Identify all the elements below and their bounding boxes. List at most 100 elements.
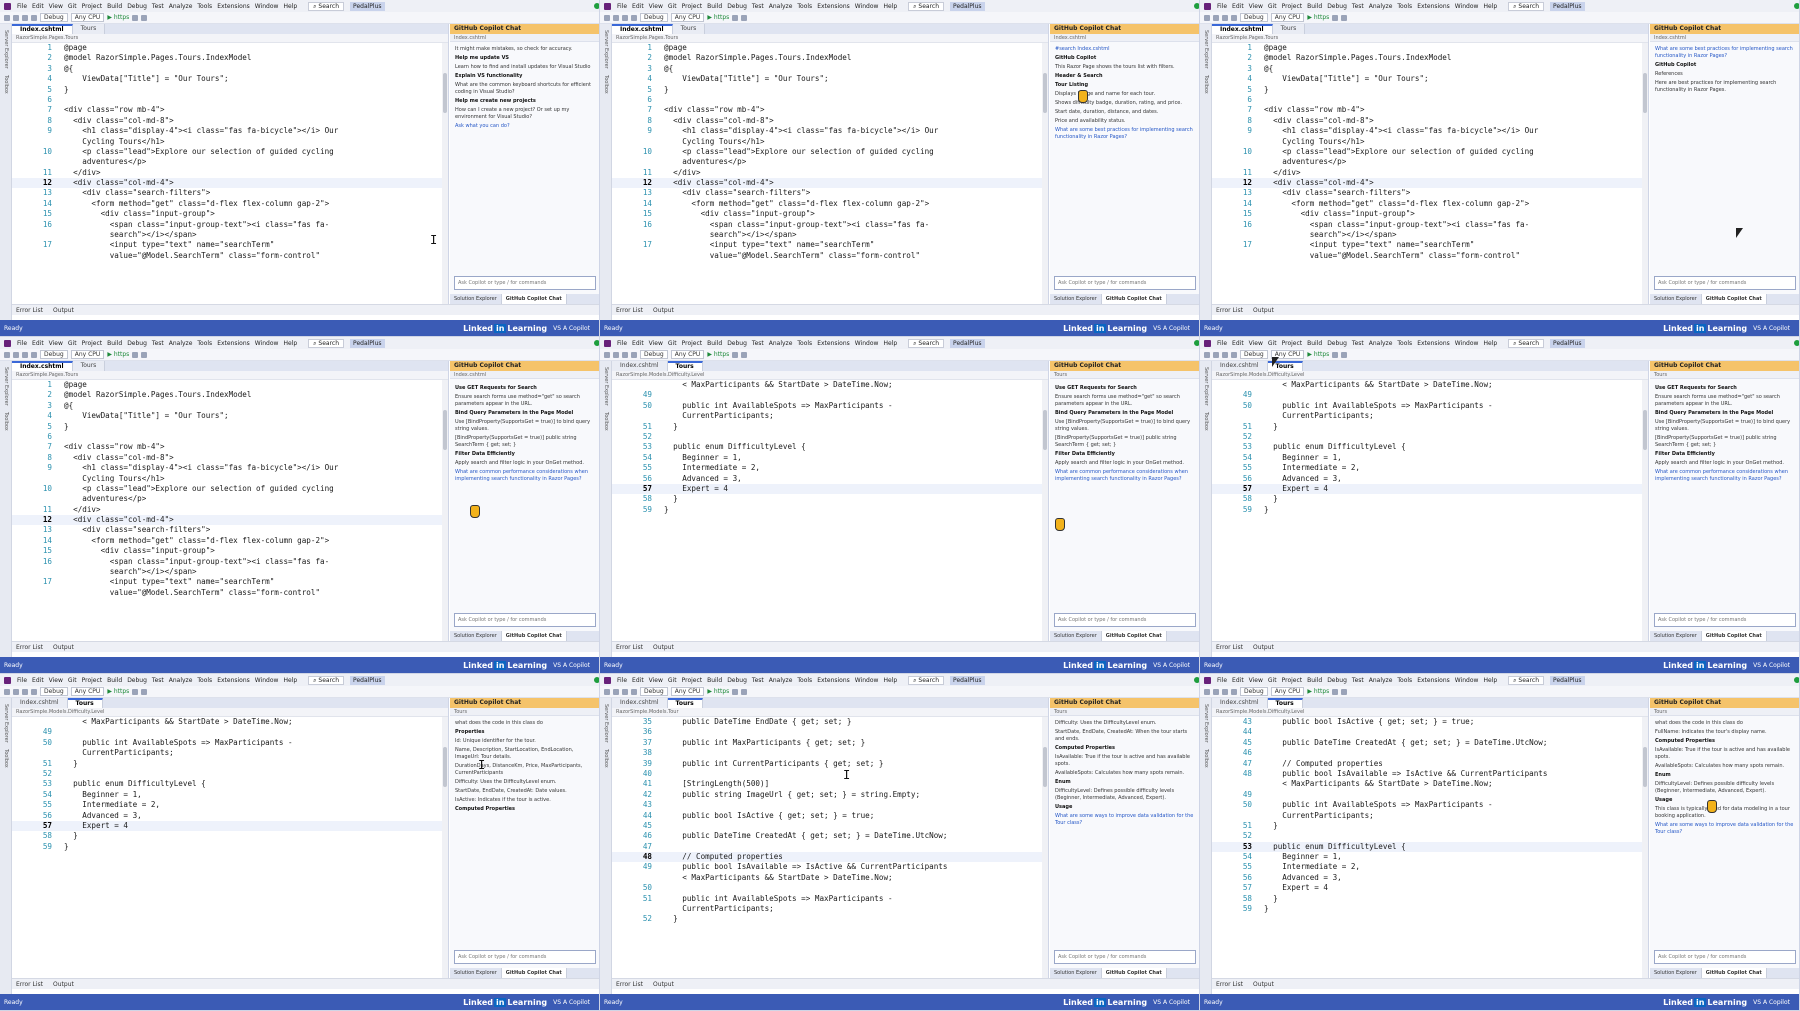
code-line[interactable]: adventures</p> xyxy=(12,494,448,504)
error-list-tab[interactable]: Error List xyxy=(16,305,43,315)
tab-tours[interactable]: Tours xyxy=(1267,698,1303,708)
breadcrumb[interactable]: RazorSimple.Models.Difficulty.Level xyxy=(12,708,448,717)
menu-view[interactable]: View xyxy=(1249,340,1263,347)
copilot-chat-input[interactable]: Ask Copilot or type / for commands xyxy=(1654,613,1796,627)
menu-debug[interactable]: Debug xyxy=(127,3,147,10)
breakpoint-icon[interactable] xyxy=(1341,688,1348,695)
code-lines[interactable]: 35 public DateTime EndDate { get; set; }… xyxy=(612,717,1048,978)
code-line[interactable]: 53 public enum DifficultyLevel { xyxy=(1212,442,1648,452)
menu-window[interactable]: Window xyxy=(855,677,879,684)
search-box[interactable]: ⌕ Search xyxy=(1508,675,1545,685)
code-line[interactable]: 54 Beginner = 1, xyxy=(612,453,1048,463)
live-share-icon[interactable] xyxy=(1794,3,1799,9)
code-line[interactable]: 11 </div> xyxy=(612,168,1048,178)
menu-extensions[interactable]: Extensions xyxy=(1417,677,1450,684)
menu-tools[interactable]: Tools xyxy=(1397,340,1412,347)
back-icon[interactable] xyxy=(4,351,10,358)
code-line[interactable]: 5} xyxy=(1212,85,1648,95)
menu-build[interactable]: Build xyxy=(1307,677,1322,684)
code-line[interactable]: 9 <h1 class="display-4"><i class="fas fa… xyxy=(1212,126,1648,136)
code-line[interactable]: 5} xyxy=(12,85,448,95)
error-list-tab[interactable]: Error List xyxy=(1216,305,1243,315)
code-line[interactable]: 2 @model RazorSimple.Pages.Tours.IndexMod… xyxy=(612,53,1048,63)
code-line[interactable]: 7 <div class="row mb-4"> xyxy=(612,105,1048,115)
search-box[interactable]: ⌕ Search xyxy=(1508,1,1545,11)
code-line[interactable]: value="@Model.SearchTerm" class="form-co… xyxy=(12,588,448,598)
menu-file[interactable]: File xyxy=(17,677,27,684)
side-tool-server-explorer[interactable]: Server Explorer xyxy=(603,367,609,406)
code-line[interactable]: 6 xyxy=(612,95,1048,105)
menu-analyze[interactable]: Analyze xyxy=(169,340,193,347)
code-line[interactable]: 10 <p class="lead">Explore our selection… xyxy=(612,147,1048,157)
code-line[interactable]: 10 <p class="lead">Explore our selection… xyxy=(12,147,448,157)
forward-icon[interactable] xyxy=(1213,351,1219,358)
menu-tools[interactable]: Tools xyxy=(1397,677,1412,684)
run-button[interactable]: ▶ https xyxy=(1307,351,1329,358)
debug-icon[interactable] xyxy=(132,688,139,695)
forward-icon[interactable] xyxy=(13,14,19,21)
menu-tools[interactable]: Tools xyxy=(797,340,812,347)
panel-tab-github-copilot-chat[interactable]: GitHub Copilot Chat xyxy=(1101,631,1167,641)
code-lines[interactable]: 1 @page 2 @model RazorSimple.Pages.Tours.In… xyxy=(612,43,1048,304)
platform-select[interactable]: Any CPU xyxy=(70,350,105,359)
copilot-chat-input[interactable]: Ask Copilot or type / for commands xyxy=(1654,950,1796,964)
error-list-tab[interactable]: Error List xyxy=(616,979,643,989)
code-line[interactable]: < MaxParticipants && StartDate > DateTim… xyxy=(1212,779,1648,789)
save-icon[interactable] xyxy=(622,688,628,695)
copilot-status[interactable]: VS A Copilot xyxy=(1753,662,1790,669)
code-line[interactable]: 12 <div class="col-md-4"> xyxy=(1212,178,1648,189)
side-tool-toolbox[interactable]: Toolbox xyxy=(3,749,9,768)
code-line[interactable]: 50 xyxy=(612,883,1048,893)
code-line[interactable]: 41 [StringLength(500)] xyxy=(612,779,1048,789)
menu-test[interactable]: Test xyxy=(752,677,764,684)
forward-icon[interactable] xyxy=(613,688,619,695)
code-line[interactable]: 55 Intermediate = 2, xyxy=(1212,862,1648,872)
menu-help[interactable]: Help xyxy=(883,340,897,347)
run-button[interactable]: ▶ https xyxy=(1307,688,1329,695)
output-tab[interactable]: Output xyxy=(53,979,74,989)
code-line[interactable]: 13 <div class="search-filters"> xyxy=(1212,188,1648,198)
code-lines[interactable]: < MaxParticipants && StartDate > DateTim… xyxy=(12,717,448,978)
menu-edit[interactable]: Edit xyxy=(1232,677,1244,684)
menu-git[interactable]: Git xyxy=(68,340,77,347)
menu-file[interactable]: File xyxy=(1217,677,1227,684)
menu-file[interactable]: File xyxy=(617,340,627,347)
code-line[interactable]: adventures</p> xyxy=(1212,157,1648,167)
menu-analyze[interactable]: Analyze xyxy=(769,340,793,347)
search-box[interactable]: ⌕ Search xyxy=(308,675,345,685)
code-line[interactable]: 57 Expert = 4 xyxy=(1212,483,1648,495)
panel-tab-github-copilot-chat[interactable]: GitHub Copilot Chat xyxy=(1701,631,1767,641)
code-line[interactable]: 48 // Computed properties xyxy=(612,852,1048,863)
menu-file[interactable]: File xyxy=(17,3,27,10)
save-icon[interactable] xyxy=(22,14,28,21)
breakpoint-icon[interactable] xyxy=(1341,351,1348,358)
code-line[interactable]: 1 @page xyxy=(612,43,1048,53)
tab-tours[interactable]: Tours xyxy=(667,698,703,708)
code-line[interactable]: CurrentParticipants; xyxy=(1212,411,1648,421)
tab-index-cshtml[interactable]: Index.cshtml xyxy=(612,361,668,371)
code-line[interactable]: 4 ViewData["Title"] = "Our Tours"; xyxy=(1212,74,1648,84)
panel-tab-solution-explorer[interactable]: Solution Explorer xyxy=(450,968,502,978)
menu-window[interactable]: Window xyxy=(255,340,279,347)
code-editor[interactable]: Index.cshtml Tours RazorSimple.Pages.Tour… xyxy=(12,24,449,304)
menu-extensions[interactable]: Extensions xyxy=(217,677,250,684)
menu-window[interactable]: Window xyxy=(255,3,279,10)
code-line[interactable]: 52 xyxy=(1212,831,1648,841)
breadcrumb[interactable]: RazorSimple.Pages.Tours xyxy=(612,34,1048,43)
menu-tools[interactable]: Tools xyxy=(197,340,212,347)
menu-window[interactable]: Window xyxy=(1455,340,1479,347)
suggested-prompt[interactable]: What are common performance consideratio… xyxy=(1055,469,1195,483)
menu-analyze[interactable]: Analyze xyxy=(1369,3,1393,10)
code-line[interactable]: 50 public int AvailableSpots => MaxParti… xyxy=(612,401,1048,411)
code-line[interactable]: 49 xyxy=(12,727,448,737)
suggested-prompt[interactable]: What are common performance consideratio… xyxy=(1655,469,1795,483)
code-line[interactable]: 58 } xyxy=(1212,894,1648,904)
panel-tab-github-copilot-chat[interactable]: GitHub Copilot Chat xyxy=(1101,294,1167,304)
tab-index-cshtml[interactable]: Index.cshtml xyxy=(12,698,68,708)
menu-help[interactable]: Help xyxy=(1483,340,1497,347)
code-line[interactable]: 49 xyxy=(1212,790,1648,800)
run-button[interactable]: ▶ https xyxy=(707,14,729,21)
menu-build[interactable]: Build xyxy=(107,3,122,10)
platform-select[interactable]: Any CPU xyxy=(70,13,105,22)
code-line[interactable]: 54 Beginner = 1, xyxy=(12,790,448,800)
